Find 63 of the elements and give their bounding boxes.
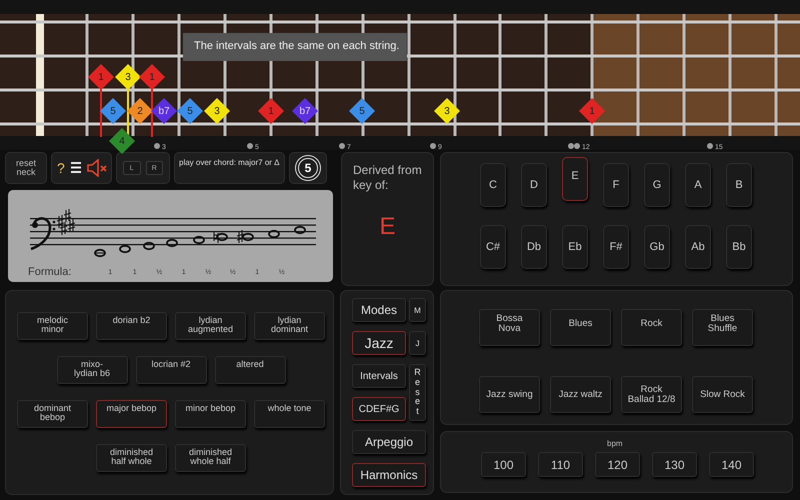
rhythm-button[interactable]: Blues Shuffle (692, 309, 753, 346)
category-button[interactable]: Modes (352, 298, 406, 322)
key-name: E (378, 213, 396, 241)
scale-button[interactable]: lydian augmented (175, 312, 246, 340)
scale-button[interactable]: dorian b2 (96, 312, 167, 340)
tooltip: The intervals are the same on each string. (183, 33, 407, 61)
category-button[interactable]: Arpeggio (352, 430, 426, 454)
key-button[interactable]: B (726, 163, 752, 207)
category-button[interactable]: Intervals (352, 364, 406, 388)
key-button[interactable]: Gb (644, 225, 670, 269)
tempo-button[interactable]: 130 (652, 452, 697, 477)
key-caption: Derived from key of: (353, 163, 422, 193)
note-stem (127, 89, 129, 137)
category-button[interactable]: Harmonics (352, 463, 426, 487)
rhythm-button[interactable]: Jazz swing (479, 376, 540, 413)
key-button[interactable]: Eb (562, 225, 588, 269)
scale-button[interactable]: lydian dominant (254, 312, 325, 340)
shortcut-button[interactable]: M (409, 298, 426, 322)
key-button[interactable]: F (603, 163, 629, 207)
key-button[interactable]: C (480, 163, 506, 207)
rhythm-button[interactable]: Rock (621, 309, 682, 346)
tempo-button[interactable]: 110 (538, 452, 583, 477)
scale-button[interactable]: minor bebop (175, 400, 246, 428)
rhythm-button[interactable]: Bossa Nova (479, 309, 540, 346)
tempo-button[interactable]: 100 (481, 452, 526, 477)
key-button[interactable]: Bb (726, 225, 752, 269)
note-stem (151, 89, 153, 137)
tempo-button[interactable]: 120 (595, 452, 640, 477)
position-badge[interactable]: 5 (298, 158, 318, 178)
scale-button[interactable]: mixo- lydian b6 (56, 356, 128, 384)
key-button[interactable]: D (521, 163, 547, 207)
scale-button[interactable]: diminished half whole (96, 444, 167, 472)
rhythm-button[interactable]: Blues (550, 309, 611, 346)
scale-button[interactable]: altered (214, 356, 286, 384)
reset-button[interactable]: Reset (409, 364, 426, 421)
shortcut-button[interactable]: J (409, 331, 426, 355)
key-button[interactable]: C# (480, 225, 506, 269)
chord-hint: play over chord: major7 or Δ (174, 152, 285, 184)
key-button[interactable]: E (562, 157, 588, 201)
scale-button[interactable]: whole tone (254, 400, 325, 428)
key-button[interactable]: A (685, 163, 711, 207)
help-button[interactable]: ? (57, 160, 65, 176)
rhythm-button[interactable]: Rock Ballad 12/8 (621, 376, 682, 413)
tempo-button[interactable]: 140 (709, 452, 754, 477)
key-button[interactable]: F# (603, 225, 629, 269)
note-stem (100, 89, 102, 137)
scale-button[interactable]: diminished whole half (175, 444, 246, 472)
scale-button[interactable]: locrian #2 (136, 356, 206, 384)
rhythm-button[interactable]: Slow Rock (692, 376, 753, 413)
formula-label: Formula: (28, 266, 72, 278)
scale-button[interactable]: major bebop (96, 400, 167, 428)
key-button[interactable]: Ab (685, 225, 711, 269)
category-button[interactable]: Jazz (352, 331, 406, 355)
category-button[interactable]: CDEF#G (352, 397, 406, 421)
key-button[interactable]: Db (521, 225, 547, 269)
key-button[interactable]: G (644, 163, 670, 207)
rhythm-button[interactable]: Jazz waltz (550, 376, 611, 413)
bpm-label: bpm (607, 439, 623, 448)
speaker-muted-icon[interactable] (87, 159, 107, 177)
scale-button[interactable]: melodic minor (17, 312, 88, 340)
menu-icon[interactable] (70, 162, 82, 174)
scale-button[interactable]: dominant bebop (17, 400, 88, 428)
reset-neck-button[interactable]: reset neck (5, 152, 47, 184)
